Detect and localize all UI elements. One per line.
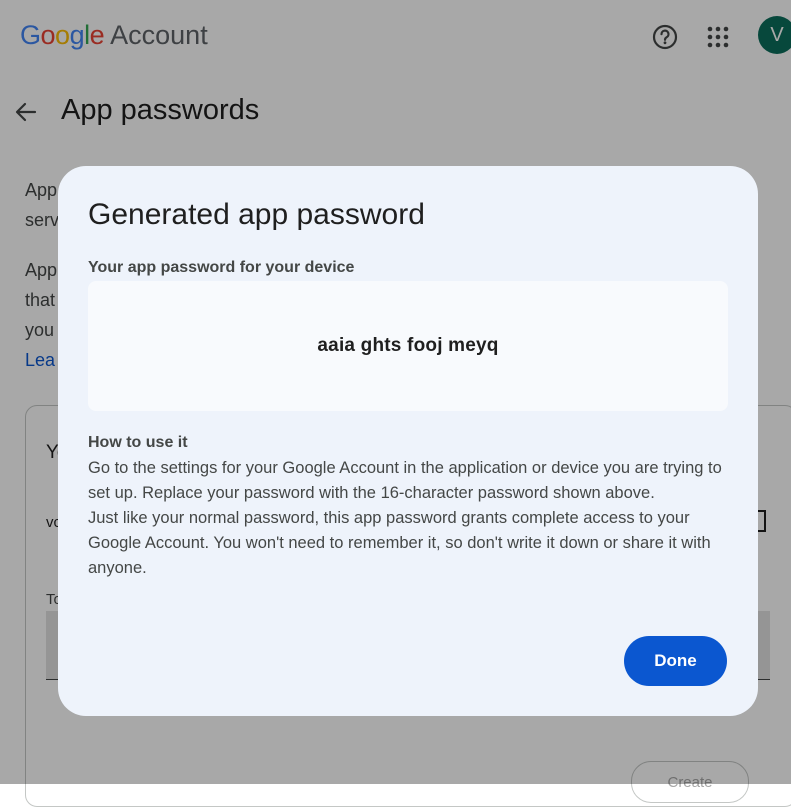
- dialog-title: Generated app password: [88, 198, 425, 231]
- generated-password-dialog: Generated app password Your app password…: [58, 166, 758, 716]
- howto-heading: How to use it: [88, 434, 188, 451]
- done-button[interactable]: Done: [624, 636, 727, 686]
- password-label: Your app password for your device: [88, 259, 355, 276]
- password-box: aaia ghts fooj meyq: [88, 281, 728, 411]
- howto-paragraph: Go to the settings for your Google Accou…: [88, 459, 722, 502]
- howto-paragraph: Just like your normal password, this app…: [88, 509, 711, 577]
- howto-text: Go to the settings for your Google Accou…: [88, 456, 728, 581]
- generated-password[interactable]: aaia ghts fooj meyq: [317, 335, 498, 357]
